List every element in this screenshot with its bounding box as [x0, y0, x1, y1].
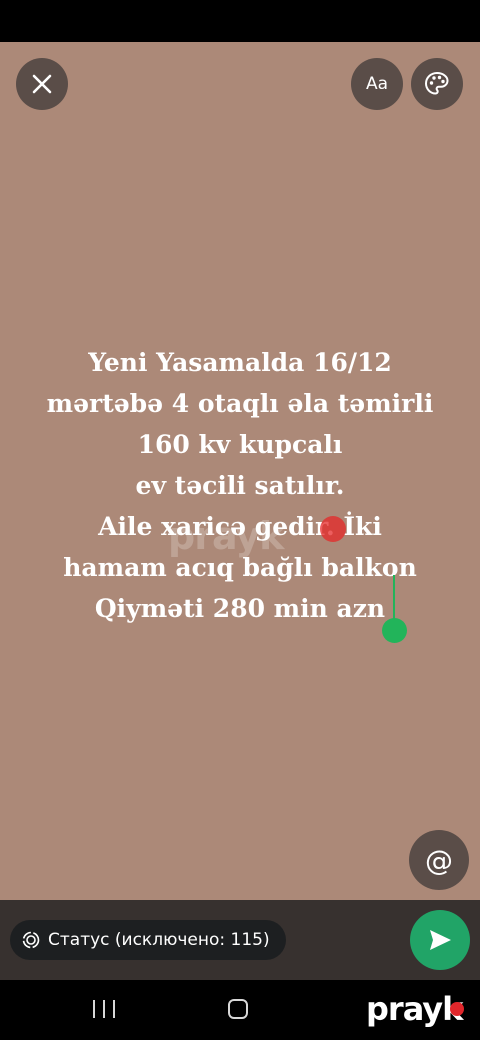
close-icon — [32, 74, 52, 94]
status-text-line: Yeni Yasamalda 16/12 — [88, 348, 392, 377]
close-button[interactable] — [16, 58, 68, 110]
bottom-action-bar: Статус (исключено: 115) — [0, 900, 480, 980]
home-button[interactable] — [228, 999, 248, 1019]
status-audience-button[interactable]: Статус (исключено: 115) — [10, 920, 286, 960]
watermark-dot — [320, 516, 346, 542]
watermark-text: prayk — [168, 514, 284, 558]
mention-icon: @ — [425, 843, 453, 877]
cursor-drag-handle[interactable] — [382, 618, 407, 643]
system-status-bar — [0, 0, 480, 42]
send-icon — [430, 930, 451, 950]
status-ring-icon — [22, 931, 40, 949]
status-text-line: 160 kv kupcalı — [137, 430, 343, 459]
font-style-label: Aa — [365, 74, 389, 94]
recent-apps-button[interactable] — [93, 1000, 115, 1018]
system-navigation-bar: prayk — [0, 980, 480, 1040]
palette-icon — [424, 71, 449, 95]
brand-logo: prayk — [366, 990, 463, 1028]
color-palette-button[interactable] — [411, 58, 463, 110]
mention-button[interactable]: @ — [409, 830, 469, 890]
status-text-line: mərtəbə 4 otaqlı əla təmirli — [46, 389, 434, 418]
status-audience-label: Статус (исключено: 115) — [48, 930, 270, 950]
font-style-button[interactable]: Aa — [351, 58, 403, 110]
status-text-line: ev təcili satılır. — [135, 471, 345, 500]
brand-logo-dot — [450, 1002, 464, 1016]
send-button[interactable] — [410, 910, 470, 970]
status-editor-canvas[interactable]: Aa Yeni Yasamalda 16/12 mərtəbə 4 otaqlı… — [0, 42, 480, 900]
